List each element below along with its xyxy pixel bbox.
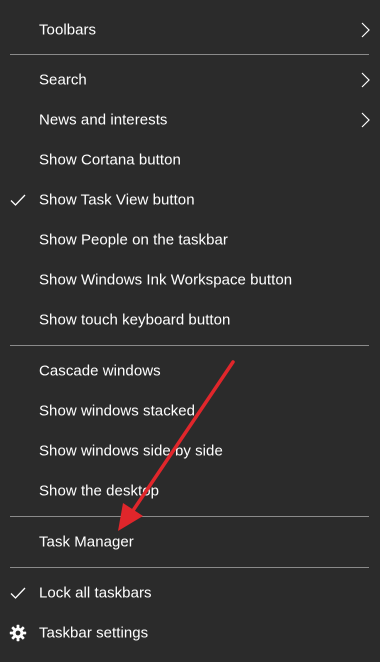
menu-item-search[interactable]: Search <box>0 60 380 100</box>
menu-item-taskbar-settings[interactable]: Taskbar settings <box>0 613 380 653</box>
menu-item-label: Show People on the taskbar <box>39 231 228 249</box>
chevron-right-icon <box>361 22 370 38</box>
menu-item-show-windows-stacked[interactable]: Show windows stacked <box>0 391 380 431</box>
menu-item-cascade-windows[interactable]: Cascade windows <box>0 351 380 391</box>
menu-item-news-and-interests[interactable]: News and interests <box>0 100 380 140</box>
menu-item-show-task-view-button[interactable]: Show Task View button <box>0 180 380 220</box>
menu-item-label: Taskbar settings <box>39 624 149 642</box>
menu-item-show-cortana-button[interactable]: Show Cortana button <box>0 140 380 180</box>
menu-item-toolbars[interactable]: Toolbars <box>0 10 380 50</box>
menu-item-show-windows-side-by-side[interactable]: Show windows side by side <box>0 431 380 471</box>
menu-item-label: News and interests <box>39 111 168 129</box>
menu-separator <box>10 345 369 346</box>
menu-separator <box>10 516 369 517</box>
menu-item-label: Search <box>39 71 87 89</box>
menu-item-label: Cascade windows <box>39 362 161 380</box>
menu-item-label: Show Task View button <box>39 191 195 209</box>
menu-item-label: Show the desktop <box>39 482 160 500</box>
menu-item-label: Show Windows Ink Workspace button <box>39 271 293 289</box>
menu-item-label: Show windows side by side <box>39 442 223 460</box>
checkmark-icon <box>10 194 26 206</box>
menu-item-label: Show Cortana button <box>39 151 181 169</box>
menu-item-task-manager[interactable]: Task Manager <box>0 522 380 562</box>
checkmark-icon <box>10 587 26 599</box>
menu-item-label: Show touch keyboard button <box>39 311 231 329</box>
menu-separator <box>10 567 369 568</box>
menu-separator <box>10 54 369 55</box>
chevron-right-icon <box>361 72 370 88</box>
gear-icon <box>9 624 27 642</box>
menu-item-show-people-on-taskbar[interactable]: Show People on the taskbar <box>0 220 380 260</box>
menu-item-label: Task Manager <box>39 533 134 551</box>
menu-item-show-windows-ink-workspace-button[interactable]: Show Windows Ink Workspace button <box>0 260 380 300</box>
menu-item-label: Toolbars <box>39 21 97 39</box>
menu-item-label: Lock all taskbars <box>39 584 152 602</box>
menu-item-show-the-desktop[interactable]: Show the desktop <box>0 471 380 511</box>
taskbar-context-menu: Toolbars Search News and interests Show … <box>0 0 380 662</box>
menu-item-label: Show windows stacked <box>39 402 196 420</box>
menu-item-lock-all-taskbars[interactable]: Lock all taskbars <box>0 573 380 613</box>
chevron-right-icon <box>361 112 370 128</box>
menu-item-show-touch-keyboard-button[interactable]: Show touch keyboard button <box>0 300 380 340</box>
